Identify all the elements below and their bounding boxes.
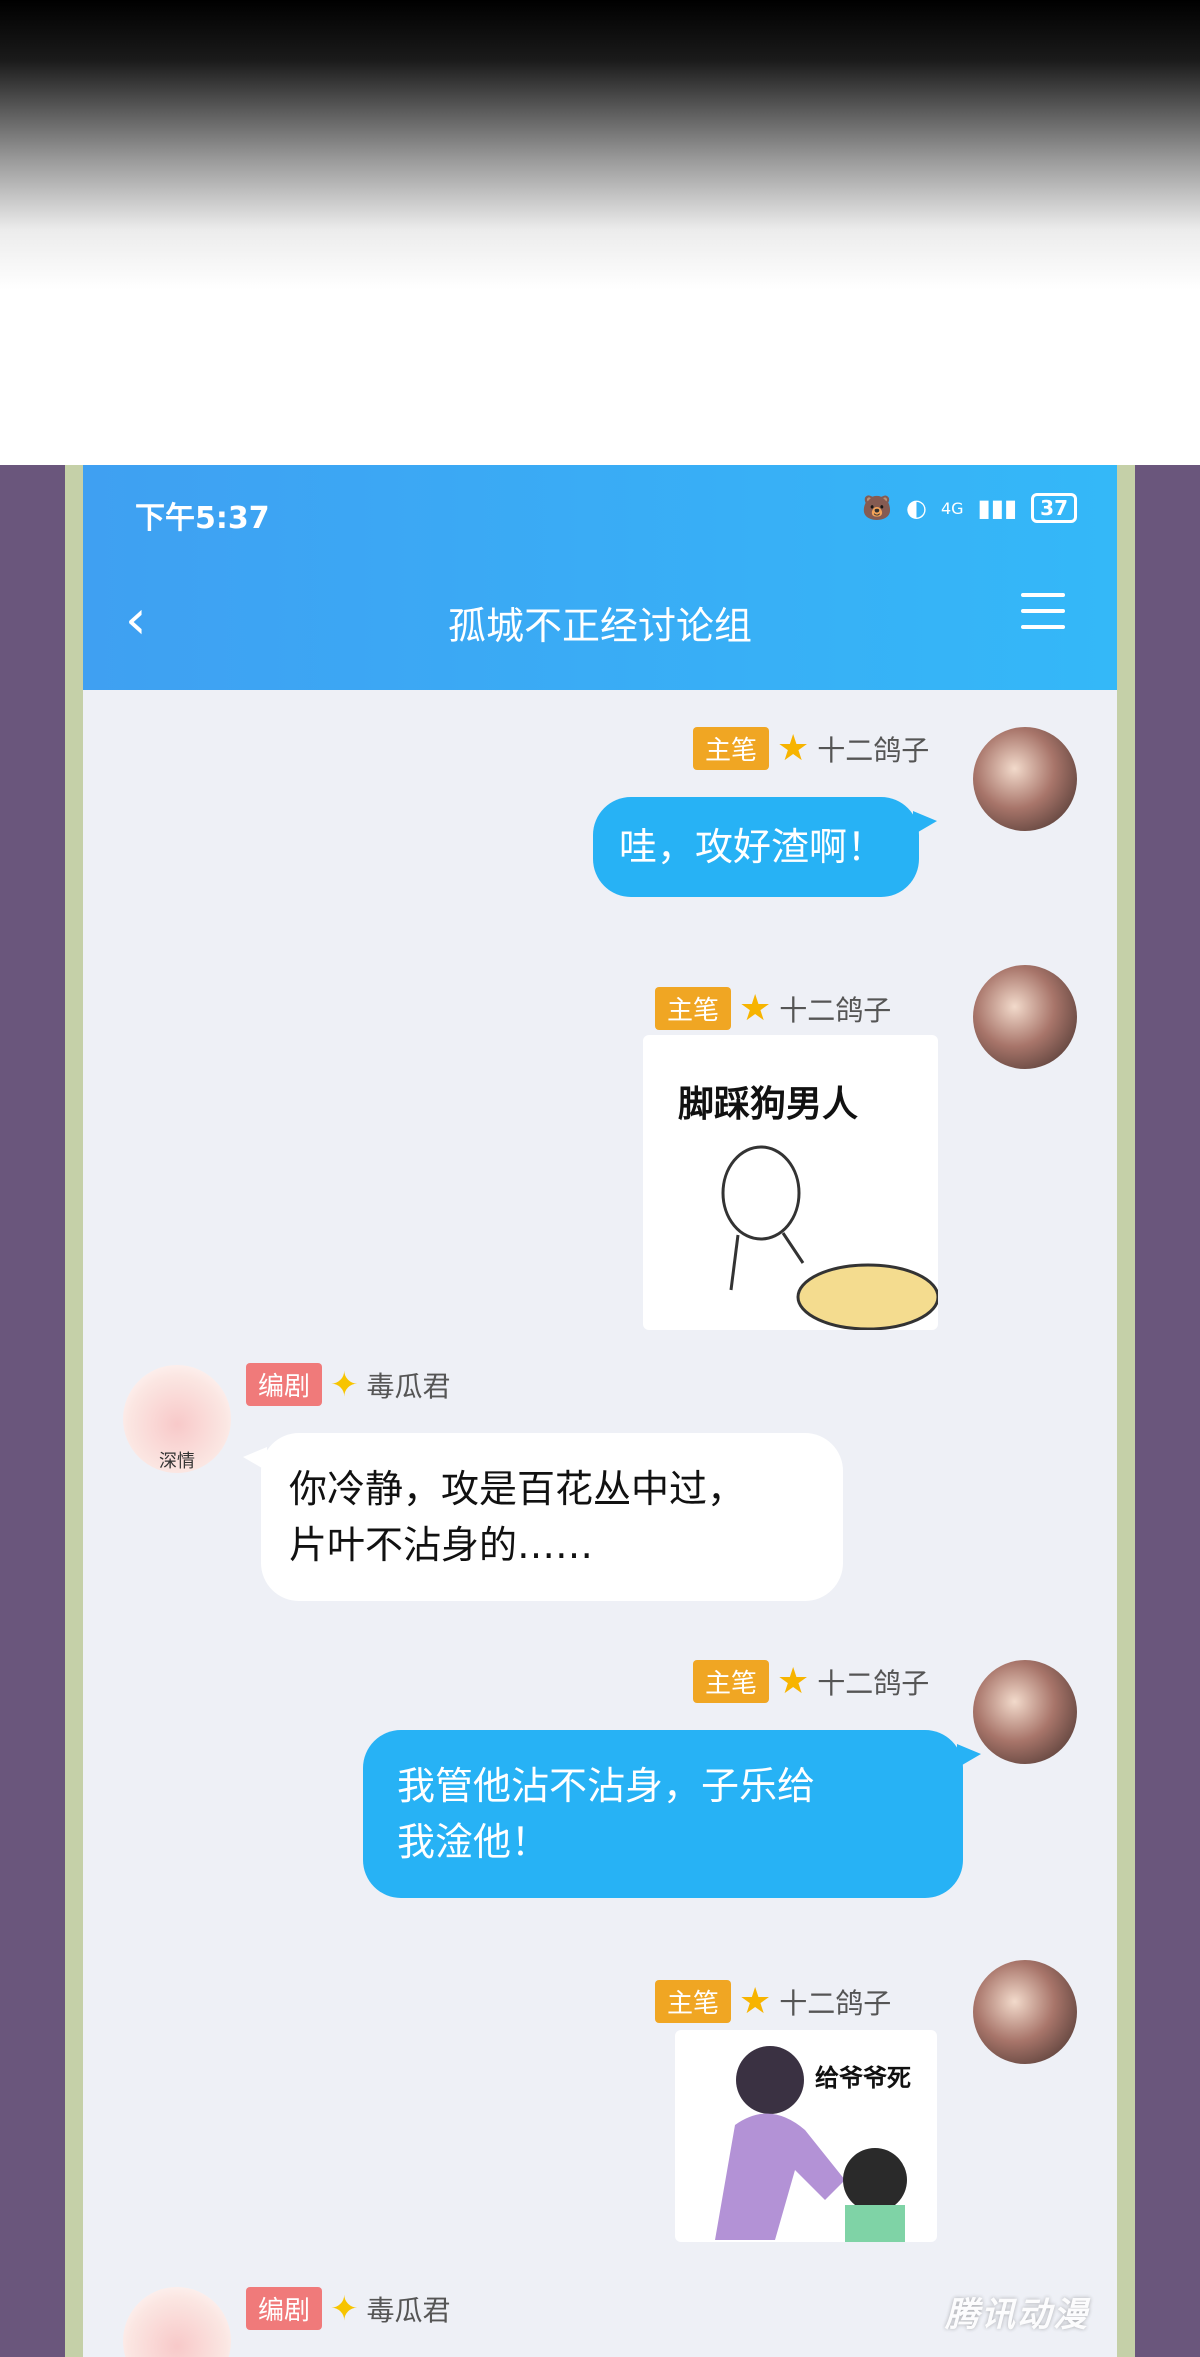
network-label: 4G [940,498,964,518]
star-icon: ★ [777,727,810,769]
sender-name: 十二鸽子 [779,993,892,1027]
sender-row: 主笔 ★ 十二鸽子 [655,1980,891,2023]
menu-icon [1021,593,1065,597]
sender-name: 毒瓜君 [366,2293,451,2327]
avatar[interactable] [973,965,1077,1069]
bear-icon: 🐻 [862,494,892,522]
role-badge: 主笔 [655,987,732,1030]
sender-row: 编剧 ✦ 毒瓜君 [246,2287,451,2330]
sender-name: 十二鸽子 [779,1986,892,2020]
avatar[interactable] [973,727,1077,831]
menu-button[interactable] [1021,593,1065,633]
message-line: 片叶不沾身的…… [289,1523,594,1567]
message-line: 我管他沾不沾身，子乐给 [397,1764,816,1808]
message-bubble[interactable]: 我管他沾不沾身，子乐给 我淦他！ [363,1730,981,1898]
sender-row: 主笔 ★ 十二鸽子 [693,1660,929,1703]
data-icon: ◐ [906,494,927,522]
sticker-image[interactable]: 给爷爷死 [675,2030,937,2242]
sticker-caption: 给爷爷死 [815,2064,911,2092]
message-bubble[interactable]: 你冷静，攻是百花丛中过， 片叶不沾身的…… [243,1433,843,1601]
message-bubble[interactable]: 哇，攻好渣啊！ [593,797,937,897]
star-icon: ★ [777,1660,810,1702]
status-time: 下午5:37 [135,501,270,536]
avatar[interactable] [123,2287,231,2357]
sender-name: 十二鸽子 [817,1666,930,1700]
star-icon: ★ [739,1980,772,2022]
signal-icon: ▮▮▮ [977,494,1018,522]
diamond-icon: ✦ [330,1364,359,1405]
sticker-image[interactable]: 脚踩狗男人 [643,1035,938,1330]
phone-screen: 下午5:37 🐻 ◐ 4G ▮▮▮ 37 ‹ 孤城不正经讨论组 主笔 ★ 十二鸽… [83,465,1117,2357]
sticker-drawing [721,1145,938,1330]
role-badge: 主笔 [693,727,770,770]
sender-row: 主笔 ★ 十二鸽子 [655,987,891,1030]
avatar[interactable] [973,1960,1077,2064]
avatar[interactable] [973,1660,1077,1764]
message-line: 你冷静，攻是百花丛中过， [289,1467,746,1511]
sender-row: 编剧 ✦ 毒瓜君 [246,1363,451,1406]
sender-row: 主笔 ★ 十二鸽子 [693,727,929,770]
status-icons: 🐻 ◐ 4G ▮▮▮ 37 [862,493,1077,523]
role-badge: 主笔 [655,1980,732,2023]
chat-header: 下午5:37 🐻 ◐ 4G ▮▮▮ 37 ‹ 孤城不正经讨论组 [83,465,1117,690]
role-badge: 编剧 [246,2287,323,2330]
diamond-icon: ✦ [330,2288,359,2329]
avatar[interactable]: 深情 [123,1365,231,1473]
chat-title: 孤城不正经讨论组 [447,604,752,648]
sender-name: 十二鸽子 [817,733,930,767]
role-badge: 主笔 [693,1660,770,1703]
star-icon: ★ [739,987,772,1029]
battery-icon: 37 [1031,493,1077,523]
sender-name: 毒瓜君 [366,1369,451,1403]
role-badge: 编剧 [246,1363,323,1406]
top-dark-gradient [0,0,1200,300]
message-text: 哇，攻好渣啊！ [619,825,886,869]
avatar-caption: 深情 [159,1451,195,1472]
message-line: 我淦他！ [397,1820,550,1864]
watermark-logo: 腾讯动漫 [945,2295,1089,2335]
